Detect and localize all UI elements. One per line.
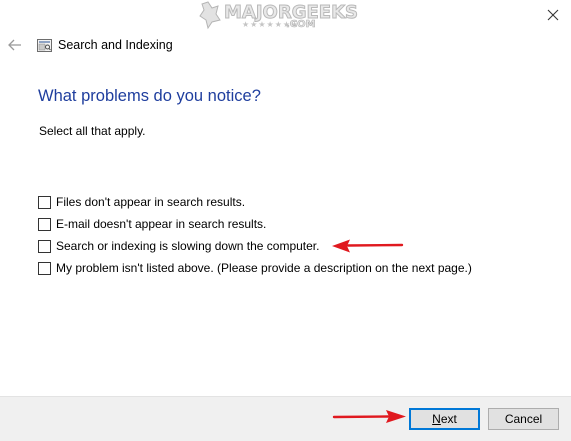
option-label: E-mail doesn't appear in search results. [56, 217, 267, 231]
checkbox[interactable] [38, 261, 51, 275]
option-problem-not-listed[interactable]: My problem isn't listed above. (Please p… [38, 260, 472, 276]
next-label: ext [440, 412, 457, 426]
annotation-arrow-icon [332, 239, 404, 253]
option-files-not-in-results[interactable]: Files don't appear in search results. [38, 194, 245, 210]
checkbox[interactable] [38, 217, 51, 231]
option-label: My problem isn't listed above. (Please p… [56, 261, 472, 275]
back-button[interactable] [6, 37, 24, 53]
watermark-logo-icon [199, 1, 221, 30]
checkbox[interactable] [38, 239, 51, 253]
option-label: Files don't appear in search results. [56, 195, 246, 209]
watermark-suffix: .COM [286, 19, 316, 31]
option-email-not-in-results[interactable]: E-mail doesn't appear in search results. [38, 216, 266, 232]
option-search-slowing-computer[interactable]: Search or indexing is slowing down the c… [38, 238, 319, 254]
next-button[interactable]: Next [409, 408, 480, 430]
instruction-text: Select all that apply. [39, 124, 146, 138]
close-icon [547, 9, 559, 21]
majorgeeks-watermark: MAJORGEEKS ★★★★★★★ .COM [198, 0, 358, 33]
window-title: Search and Indexing [58, 38, 173, 52]
troubleshooter-window: MAJORGEEKS ★★★★★★★ .COM Search and Index… [0, 0, 571, 441]
next-mnemonic: N [432, 412, 441, 426]
cancel-button[interactable]: Cancel [488, 408, 559, 430]
checkbox[interactable] [38, 195, 51, 209]
page-title: What problems do you notice? [38, 87, 261, 105]
search-indexing-icon [37, 39, 52, 52]
close-button[interactable] [540, 4, 566, 26]
option-label: Search or indexing is slowing down the c… [56, 239, 320, 253]
wizard-footer [0, 396, 571, 441]
annotation-arrow-icon [332, 410, 406, 423]
back-arrow-icon [8, 39, 21, 51]
